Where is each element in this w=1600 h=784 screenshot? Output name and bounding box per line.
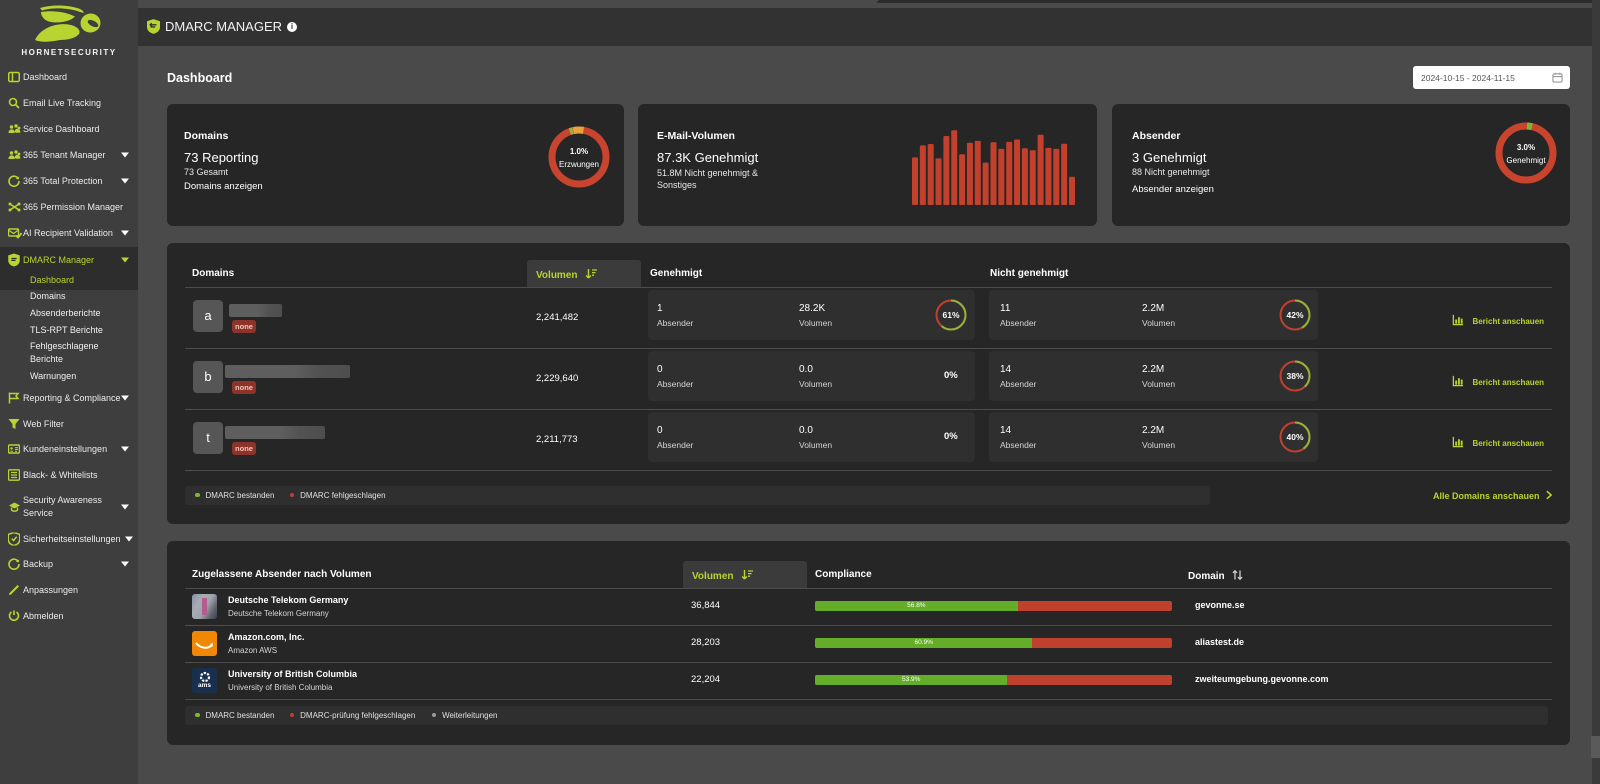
svg-text:Genehmigt: Genehmigt [1506, 156, 1546, 165]
svg-text:40%: 40% [1286, 432, 1303, 442]
svg-text:1.0%: 1.0% [570, 147, 588, 156]
svg-text:Erzwungen: Erzwungen [559, 160, 599, 169]
svg-text:3.0%: 3.0% [1517, 143, 1535, 152]
svg-text:38%: 38% [1286, 371, 1303, 381]
svg-text:42%: 42% [1286, 310, 1303, 320]
svg-text:61%: 61% [942, 310, 959, 320]
